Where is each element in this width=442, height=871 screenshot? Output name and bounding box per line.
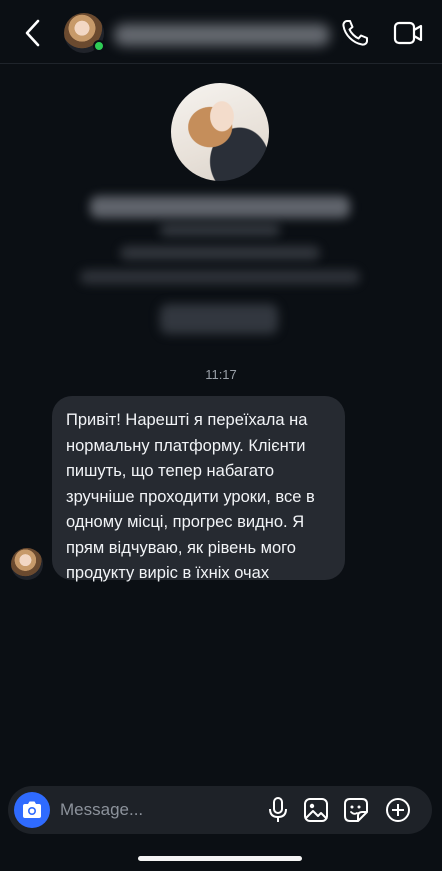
- camera-button[interactable]: [14, 792, 50, 828]
- message-timestamp: 11:17: [205, 367, 237, 382]
- sender-avatar[interactable]: [11, 548, 43, 580]
- profile-stats-blurred: [120, 246, 320, 260]
- video-camera-icon[interactable]: [392, 18, 424, 48]
- home-indicator[interactable]: [138, 856, 302, 861]
- message-input[interactable]: [60, 796, 250, 824]
- message-bubble[interactable]: Привіт! Нарешті я переїхала на нормальну…: [52, 396, 345, 582]
- profile-mutuals-blurred: [80, 270, 360, 284]
- phone-icon[interactable]: [340, 18, 370, 48]
- profile-photo[interactable]: [171, 83, 269, 181]
- profile-username-blurred: [160, 224, 280, 236]
- plus-icon[interactable]: [383, 795, 413, 825]
- chevron-left-icon[interactable]: [18, 16, 48, 50]
- view-profile-button-blurred[interactable]: [160, 304, 278, 334]
- profile-name-blurred: [90, 196, 350, 218]
- sticker-icon[interactable]: [341, 795, 371, 825]
- message-composer: [8, 786, 432, 834]
- profile-card-blurred: [50, 180, 380, 348]
- image-icon[interactable]: [301, 795, 331, 825]
- camera-icon: [23, 801, 41, 818]
- microphone-icon[interactable]: [263, 795, 293, 825]
- contact-name-blurred[interactable]: [114, 24, 330, 46]
- chat-header: [0, 0, 442, 64]
- online-status-dot: [93, 40, 105, 52]
